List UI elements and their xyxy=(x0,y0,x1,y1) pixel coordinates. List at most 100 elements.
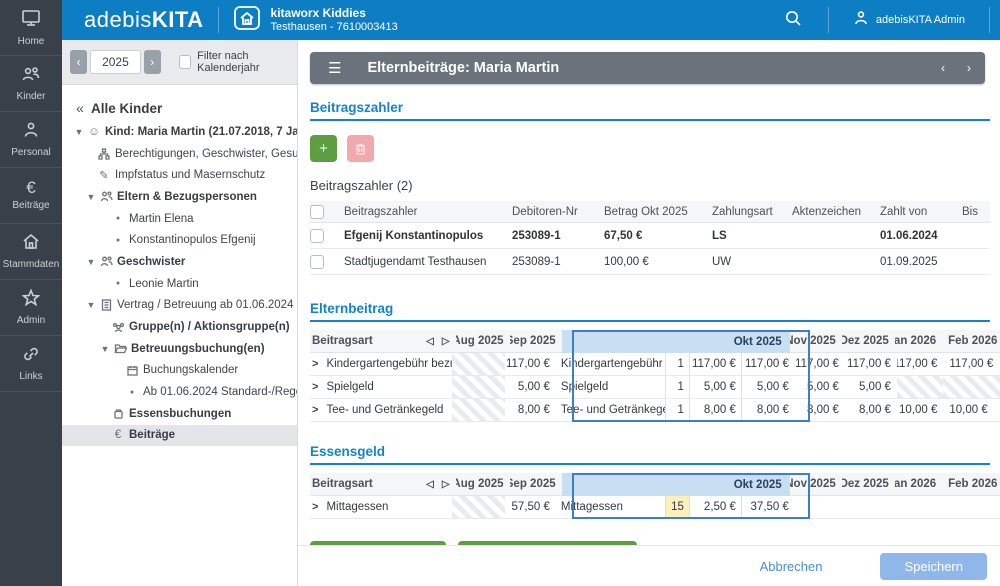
inactive-cell xyxy=(452,353,505,376)
person-group-icon xyxy=(98,191,114,202)
inactive-cell xyxy=(452,399,505,422)
tree-item-impfstatus[interactable]: ✎ Impfstatus und Masernschutz xyxy=(62,164,297,186)
section-title-essensgeld: Essensgeld xyxy=(310,444,990,465)
monitor-icon xyxy=(21,9,41,32)
bullet-icon: ● xyxy=(110,280,126,287)
sidebar-item-label: Kinder xyxy=(17,91,46,102)
expand-row-icon[interactable]: > xyxy=(312,358,318,370)
child-face-icon: ☺ xyxy=(86,126,102,138)
sidebar-item-label: Stammdaten xyxy=(3,259,60,270)
sidebar-item-personal[interactable]: Personal xyxy=(0,112,62,168)
tree-item-martin-elena[interactable]: ● Martin Elena xyxy=(62,208,297,230)
row-checkbox[interactable] xyxy=(310,255,324,269)
tree-item-vertrag[interactable]: ▼ Vertrag / Betreuung ab 01.06.2024 xyxy=(62,295,297,317)
price-cell[interactable]: 8,00 € xyxy=(690,399,742,422)
expand-row-icon[interactable]: > xyxy=(312,381,318,393)
divider xyxy=(218,7,219,33)
sidebar-item-stammdaten[interactable]: Stammdaten xyxy=(0,224,62,280)
tree-item-kind[interactable]: ▼ ☺ Kind: Maria Martin (21.07.2018, 7 Ja… xyxy=(62,121,297,143)
fee-row: >Mittagessen 57,50 € Mittagessen 15 2,50… xyxy=(310,496,1000,519)
expand-row-icon[interactable]: > xyxy=(312,501,318,513)
payers-table: Beitragszahler Debitoren-Nr Betrag Okt 2… xyxy=(310,201,990,275)
hierarchy-icon xyxy=(96,148,112,160)
group-icon xyxy=(110,322,126,333)
qty-cell[interactable]: 15 xyxy=(666,496,690,519)
sidebar-item-admin[interactable]: Admin xyxy=(0,280,62,336)
cancel-button[interactable]: Abbrechen xyxy=(760,559,823,574)
tree-item-beitraege[interactable]: € Beiträge xyxy=(62,425,297,447)
collapse-all-icon: « xyxy=(72,100,88,116)
facility-info[interactable]: kitaworx Kiddies Testhausen - 7610003413 xyxy=(271,6,398,34)
filter-calendar-year-label: Filter nach Kalenderjahr xyxy=(197,50,297,74)
select-all-checkbox[interactable] xyxy=(310,205,324,219)
app-logo: adebisKITA xyxy=(84,7,204,33)
tree-item-konstantinopulos[interactable]: ● Konstantinopulos Efgenij xyxy=(62,229,297,251)
sidebar-item-beitraege[interactable]: € Beiträge xyxy=(0,168,62,224)
essensgeld-table-header: Beitragsart ◁ ▷ Aug 2025 Sep 2025 Okt 20… xyxy=(310,473,1000,496)
next-child-button[interactable]: › xyxy=(967,61,971,75)
facility-home-icon[interactable] xyxy=(233,5,261,36)
tree-item-geschwister[interactable]: ▼ Geschwister xyxy=(62,251,297,273)
tree-item-eltern[interactable]: ▼ Eltern & Bezugspersonen xyxy=(62,186,297,208)
row-checkbox[interactable] xyxy=(310,229,324,243)
tree-item-gruppen[interactable]: Gruppe(n) / Aktionsgruppe(n) xyxy=(62,316,297,338)
chevron-down-icon: ▼ xyxy=(72,127,86,137)
year-field[interactable]: 2025 xyxy=(90,50,140,74)
link-icon xyxy=(22,346,40,367)
sidebar-item-kinder[interactable]: Kinder xyxy=(0,56,62,112)
inactive-cell xyxy=(452,496,505,519)
month-prev-button[interactable]: ◁ xyxy=(426,336,434,347)
save-button[interactable]: Speichern xyxy=(880,553,987,580)
prev-child-button[interactable]: ‹ xyxy=(941,61,945,75)
syringe-icon: ✎ xyxy=(96,168,112,182)
price-cell[interactable]: 2,50 € xyxy=(690,496,742,519)
tree-item-betreuungsbuchungen[interactable]: ▼ Betreuungsbuchung(en) xyxy=(62,338,297,360)
inactive-cell xyxy=(452,376,505,399)
price-cell[interactable]: 5,00 € xyxy=(690,376,742,399)
price-cell[interactable]: 117,00 € xyxy=(690,353,742,376)
tree-item-berechtigungen[interactable]: Berechtigungen, Geschwister, Gesundheit xyxy=(62,143,297,165)
qty-cell[interactable]: 1 xyxy=(666,376,690,399)
tree-item-essensbuchungen[interactable]: Essensbuchungen xyxy=(62,403,297,425)
year-prev-button[interactable]: ‹ xyxy=(70,50,87,74)
tree-item-leonie-martin[interactable]: ● Leonie Martin xyxy=(62,273,297,295)
tree-item-standardbuchung[interactable]: ● Ab 01.06.2024 Standard-/Regelbuch... xyxy=(62,381,297,403)
folder-open-icon xyxy=(112,343,128,354)
tree-item-buchungskalender[interactable]: Buchungskalender xyxy=(62,360,297,382)
main-content: Beitragszahler + Beitragszahler (2) Beit… xyxy=(310,90,1000,545)
document-icon xyxy=(98,299,114,311)
delete-payer-button[interactable] xyxy=(347,135,374,162)
qty-cell[interactable]: 1 xyxy=(666,399,690,422)
search-icon[interactable] xyxy=(772,5,814,36)
tree-item-alle-kinder[interactable]: « Alle Kinder xyxy=(62,95,297,121)
year-next-button[interactable]: › xyxy=(144,50,161,74)
qty-cell[interactable]: 1 xyxy=(666,353,690,376)
euro-icon: € xyxy=(26,180,35,196)
essensgeld-table: Beitragsart ◁ ▷ Aug 2025 Sep 2025 Okt 20… xyxy=(310,473,1000,519)
payer-row[interactable]: Stadtjugendamt Testhausen 253089-1 100,0… xyxy=(310,249,990,275)
fee-row: >Spielgeld 5,00 € Spielgeld 1 5,00 € 5,0… xyxy=(310,376,1000,399)
section-title-beitragszahler: Beitragszahler xyxy=(310,100,990,121)
top-app-bar: adebisKITA kitaworx Kiddies Testhausen -… xyxy=(62,0,1000,40)
fee-row: >Tee- und Getränkegeld 8,00 € Tee- und G… xyxy=(310,399,1000,422)
payer-row[interactable]: Efgenij Konstantinopulos 253089-1 67,50 … xyxy=(310,223,990,249)
user-menu[interactable]: adebisKITA Admin xyxy=(843,6,975,35)
month-next-button[interactable]: ▷ xyxy=(442,479,450,490)
calendar-icon xyxy=(124,365,140,376)
sidebar-item-label: Personal xyxy=(11,147,50,158)
elternbeitrag-table-header: Beitragsart ◁ ▷ Aug 2025 Sep 2025 Okt 20… xyxy=(310,330,1000,353)
month-next-button[interactable]: ▷ xyxy=(442,336,450,347)
sidebar-item-home[interactable]: Home xyxy=(0,0,62,56)
action-footer: Abbrechen Speichern xyxy=(298,545,1000,586)
filter-calendar-year-checkbox[interactable] xyxy=(179,55,191,69)
selected-month-header[interactable]: Okt 2025 xyxy=(562,330,790,353)
month-prev-button[interactable]: ◁ xyxy=(426,479,434,490)
divider xyxy=(828,7,829,33)
add-payer-button[interactable]: + xyxy=(310,135,337,162)
selected-month-header[interactable]: Okt 2025 xyxy=(562,473,790,496)
navigation-tree: « Alle Kinder ▼ ☺ Kind: Maria Martin (21… xyxy=(62,85,297,446)
sidebar-item-links[interactable]: Links xyxy=(0,336,62,392)
expand-row-icon[interactable]: > xyxy=(312,404,318,416)
menu-icon[interactable]: ☰ xyxy=(328,59,341,77)
chevron-down-icon: ▼ xyxy=(84,192,98,202)
